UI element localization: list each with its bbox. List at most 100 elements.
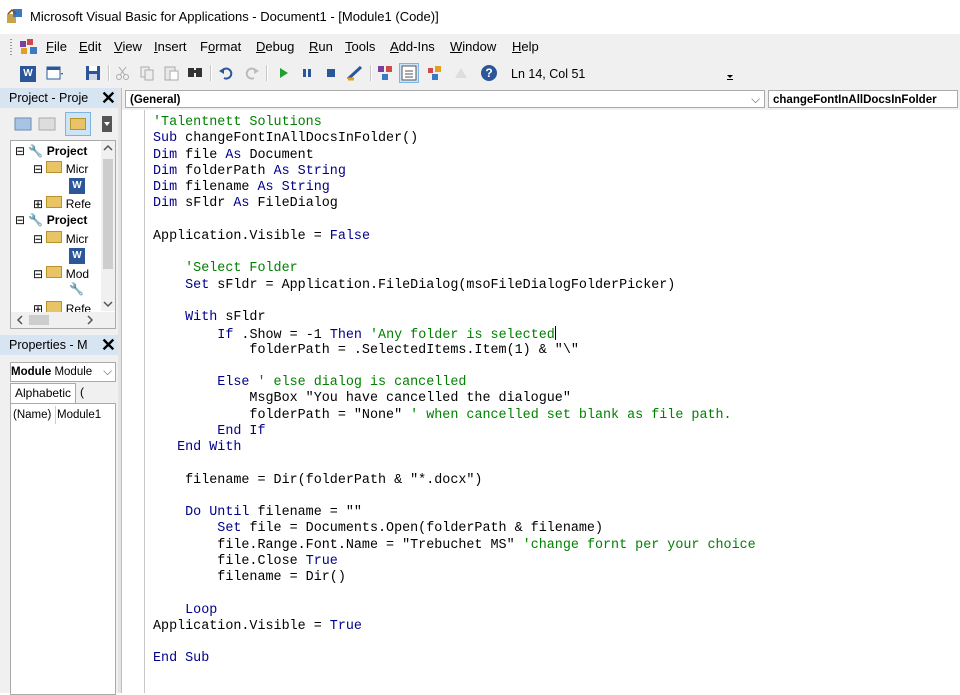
code-margin[interactable] [122,110,145,693]
tree-node-document[interactable]: W [69,177,85,194]
code-keyword: False [329,228,370,244]
view-code-icon[interactable] [14,116,32,134]
menu-view[interactable]: View [114,39,142,54]
menu-debug[interactable]: Debug [256,39,294,54]
code-line[interactable]: End With [153,440,241,456]
scroll-thumb[interactable] [103,159,113,269]
scroll-down-icon[interactable] [101,297,115,311]
code-line[interactable]: End If [153,424,265,440]
code-line[interactable]: folderPath = .SelectedItems.Item(1) & "\… [153,343,578,359]
code-line[interactable]: filename = Dir() [153,570,346,586]
code-text: filename = Dir() [153,570,346,585]
design-mode-icon[interactable] [346,64,364,82]
scroll-up-icon[interactable] [101,141,115,155]
tree-vertical-scrollbar[interactable] [101,141,115,311]
code-line[interactable]: file.Close True [153,554,338,570]
menu-format[interactable]: Format [200,39,241,54]
insert-userform-icon[interactable] [46,64,64,82]
find-icon[interactable] [186,64,204,82]
menu-edit[interactable]: Edit [79,39,101,54]
close-icon[interactable]: ✕ [101,335,116,355]
code-line[interactable]: Application.Visible = False [153,229,370,245]
code-text: sFldr = Application.FileDialog(msoFileDi… [217,277,676,293]
scroll-thumb[interactable] [29,315,49,325]
code-line[interactable]: Dim filename As String [153,180,330,196]
view-object-icon[interactable] [38,116,56,134]
code-keyword: Do Until [153,505,258,520]
code-line[interactable]: Dim file As Document [153,148,314,164]
code-line[interactable]: Dim folderPath As String [153,164,346,180]
code-line[interactable]: Else ' else dialog is cancelled [153,375,466,391]
code-line[interactable]: With sFldr [153,310,265,326]
code-line[interactable]: Do Until filename = "" [153,505,362,521]
code-line[interactable]: End Sub [153,651,209,667]
menu-window[interactable]: Window [450,39,496,54]
view-word-icon[interactable]: W [20,64,38,82]
tree-node-folder[interactable]: ⊟ Mod [33,266,89,281]
toggle-folders-icon[interactable] [65,112,91,136]
menu-run[interactable]: Run [309,39,333,54]
cut-icon[interactable] [114,64,132,82]
toolbox-icon[interactable] [452,64,470,82]
property-row-name[interactable]: (Name) Module1 [11,406,115,424]
tree-horizontal-scrollbar[interactable] [10,312,116,329]
vba-app-icon[interactable] [6,8,24,27]
code-line[interactable]: MsgBox "You have cancelled the dialogue" [153,391,570,407]
properties-window-icon[interactable] [399,63,419,83]
help-icon[interactable]: ? [480,64,498,82]
menu-addins[interactable]: Add-Ins [390,39,435,54]
object-combo[interactable]: (General) ⌵ [125,90,765,108]
close-icon[interactable]: ✕ [101,88,116,108]
tree-node-folder[interactable]: ⊞ Refe [33,196,91,211]
code-line[interactable]: Application.Visible = True [153,619,362,635]
menu-grip[interactable] [10,39,12,55]
tree-node-document[interactable]: W [69,247,85,264]
scroll-left-icon[interactable] [13,313,27,327]
tree-node-folder[interactable]: ⊟ Micr [33,161,88,176]
code-editor[interactable]: 'Talentnett Solutions Sub changeFontInAll… [145,110,960,693]
toolbar-options-button[interactable] [724,63,736,85]
property-value[interactable]: Module1 [57,406,101,424]
save-icon[interactable] [84,64,102,82]
code-line[interactable]: Set sFldr = Application.FileDialog(msoFi… [153,278,675,294]
break-icon[interactable] [298,64,316,82]
undo-icon[interactable] [218,64,236,82]
redo-icon[interactable] [242,64,260,82]
code-line[interactable]: file.Range.Font.Name = "Trebuchet MS" 'c… [153,538,755,554]
tree-node-folder[interactable]: ⊟ Micr [33,231,88,246]
code-keyword: True [329,618,362,634]
run-icon[interactable] [274,64,292,82]
copy-icon[interactable] [138,64,156,82]
code-line[interactable]: Sub changeFontInAllDocsInFolder() [153,131,418,147]
code-line[interactable]: 'Select Folder [153,261,298,277]
paste-icon[interactable] [162,64,180,82]
project-explorer-icon[interactable] [376,64,394,82]
code-line[interactable]: 'Talentnett Solutions [153,115,322,131]
object-browser-icon[interactable] [426,64,444,82]
code-keyword: As String [273,163,346,179]
properties-object-select[interactable]: Module Module ⌵ [10,362,116,382]
code-line[interactable]: folderPath = "None" ' when cancelled set… [153,408,731,424]
menu-insert[interactable]: Insert [154,39,187,54]
reset-icon[interactable] [322,64,340,82]
text-cursor [554,326,556,341]
code-keyword: As String [257,180,330,195]
code-line[interactable]: filename = Dir(folderPath & "*.docx") [153,473,482,489]
procedure-combo[interactable]: changeFontInAllDocsInFolder [768,90,958,108]
tree-node-module[interactable]: 🔧 [69,282,84,296]
vba-menu-icon[interactable] [18,38,40,59]
code-line[interactable]: Dim sFldr As FileDialog [153,196,338,212]
tree-node-project[interactable]: ⊟ 🔧 Project [15,213,87,227]
code-line[interactable]: Loop [153,603,217,619]
menu-file[interactable]: File [46,39,67,54]
tab-alphabetic[interactable]: Alphabetic [10,383,77,403]
tree-node-project[interactable]: ⊟ 🔧 Project [15,144,87,158]
menu-help[interactable]: Help [512,39,539,54]
tab-categorized[interactable]: ( [76,383,88,402]
menu-tools[interactable]: Tools [345,39,375,54]
code-line[interactable]: If .Show = -1 Then 'Any folder is select… [153,326,556,343]
project-toolbar-scroll[interactable] [102,116,112,134]
code-line[interactable]: Set file = Documents.Open(folderPath & f… [153,521,603,537]
scroll-right-icon[interactable] [83,313,97,327]
code-keyword: Dim [153,180,186,195]
